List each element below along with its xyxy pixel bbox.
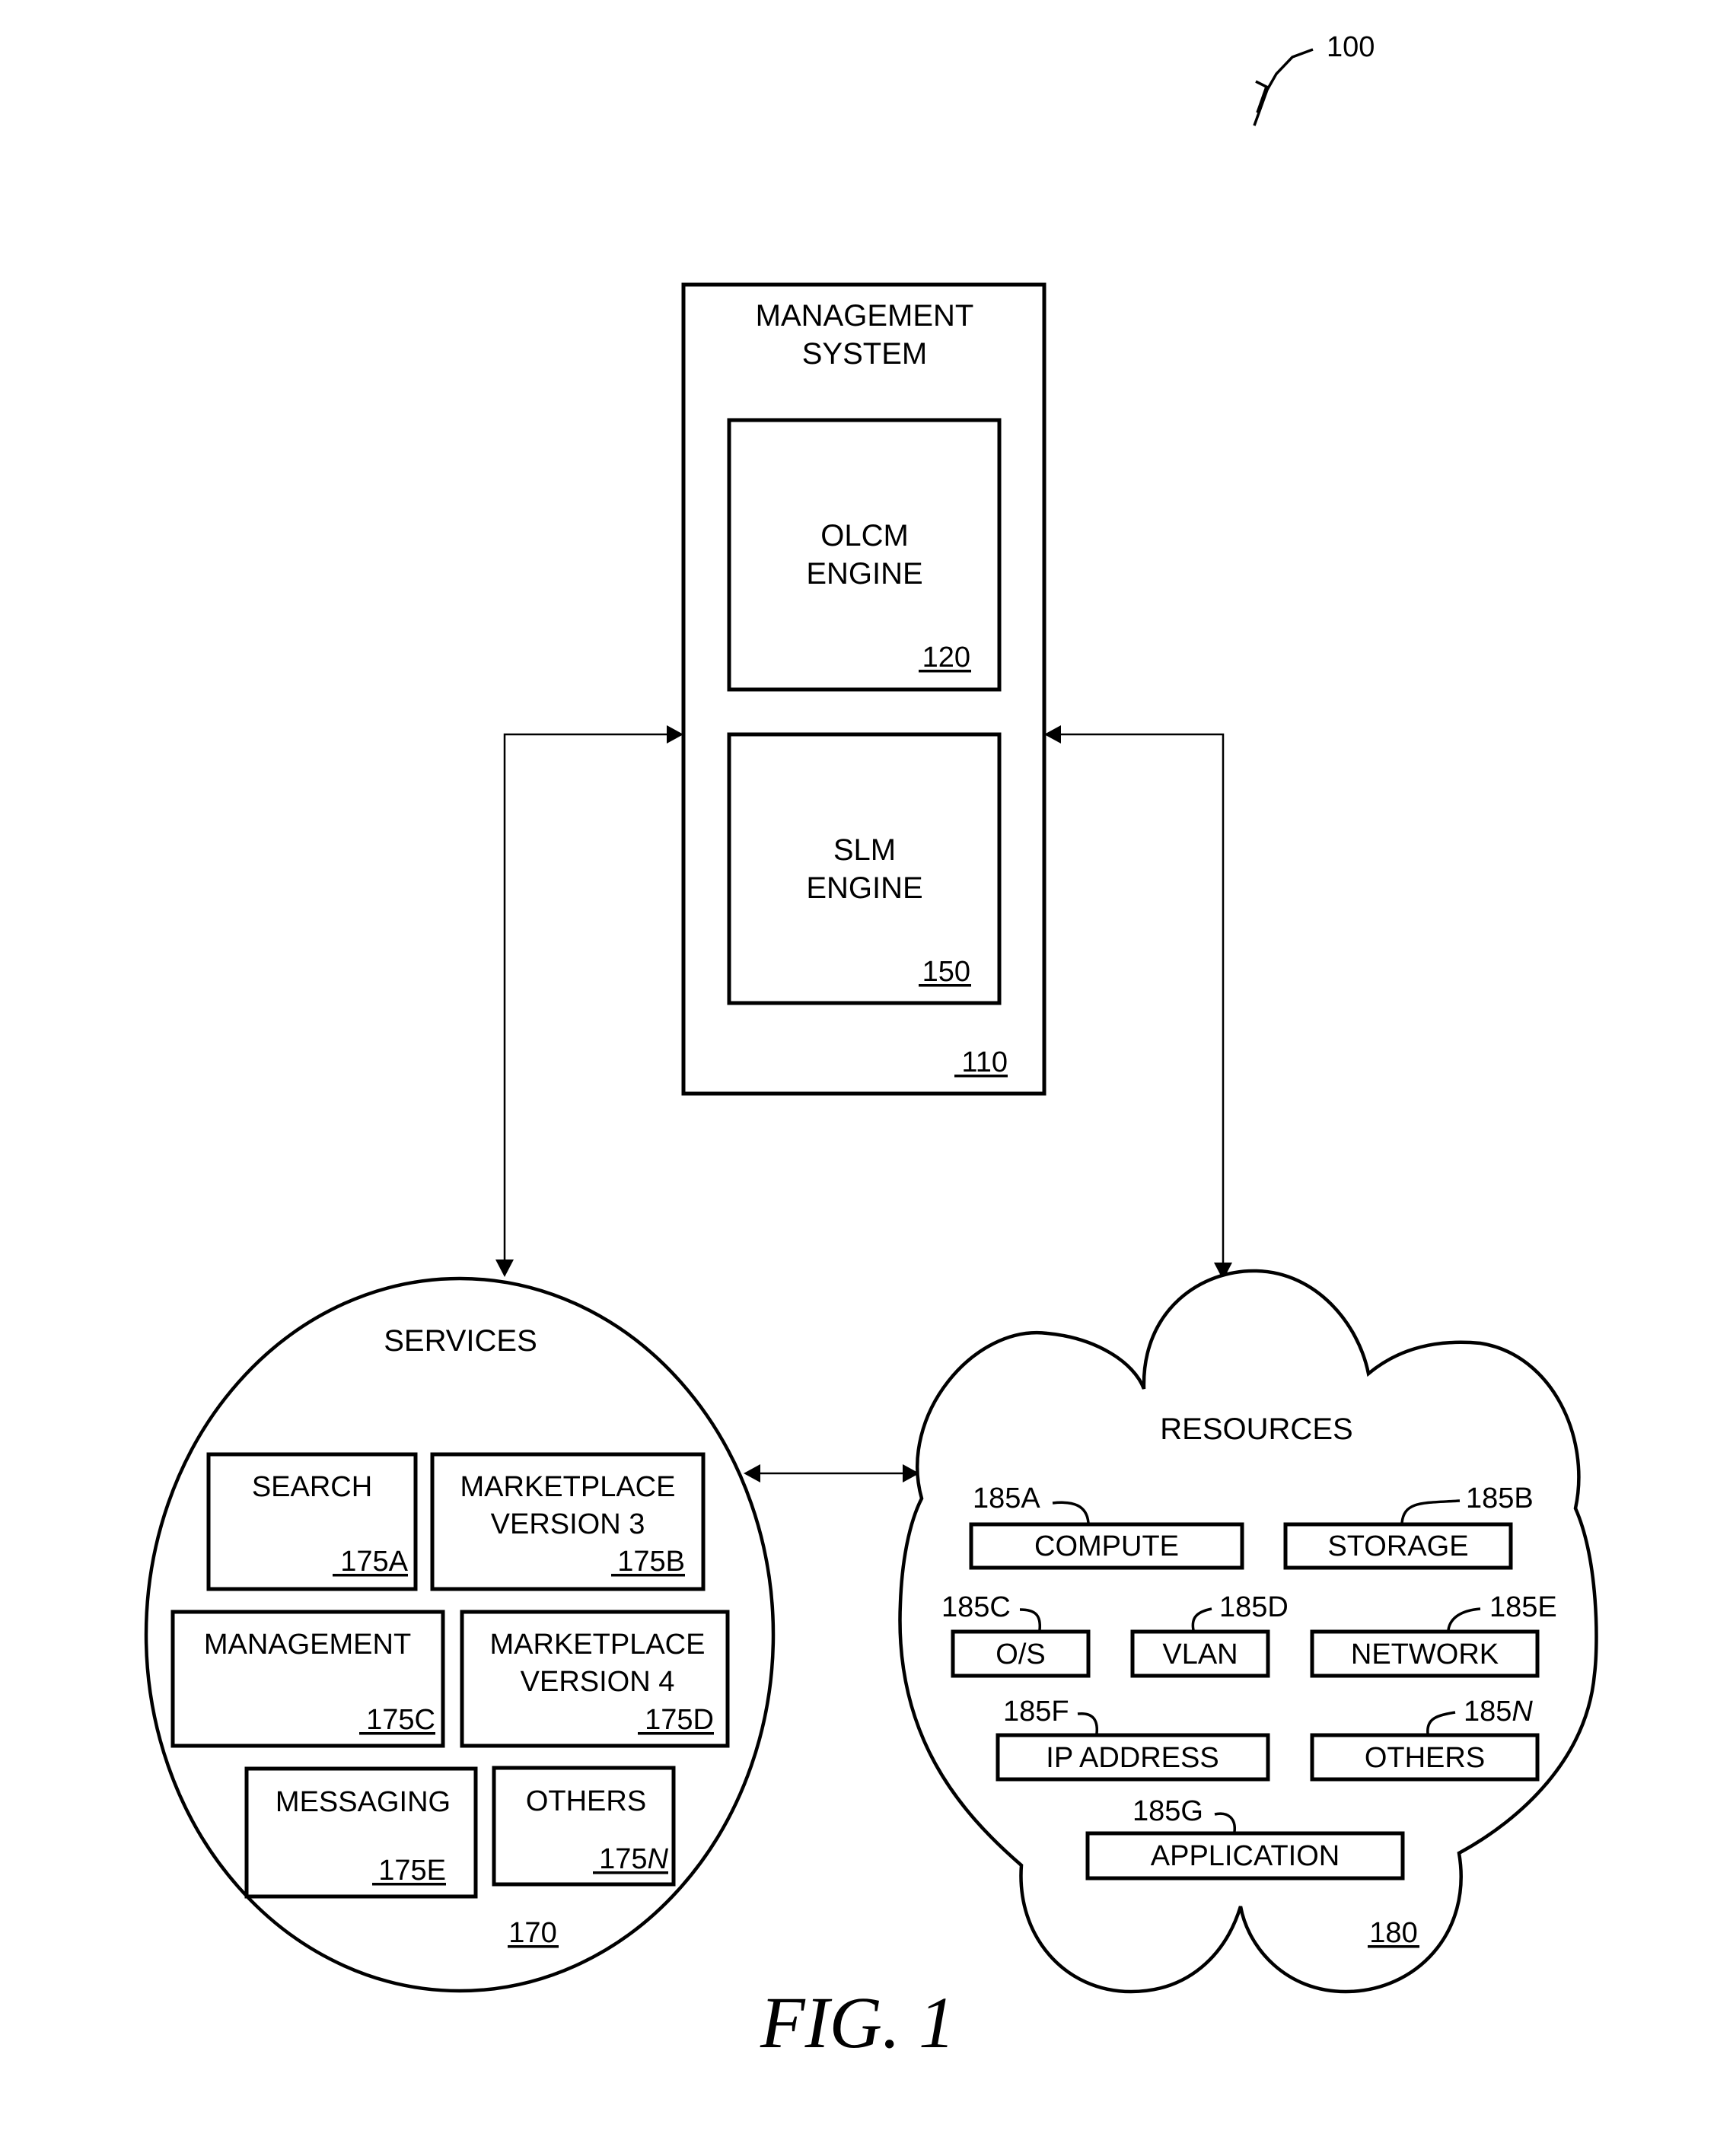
connector-management-services [495,725,683,1277]
resource-label: STORAGE [1327,1530,1468,1562]
service-ref: 175C [366,1704,435,1736]
arrowhead-down-icon [495,1260,514,1277]
management-system: MANAGEMENT SYSTEM OLCM ENGINE 120 SLM EN… [681,282,1046,1096]
service-label-line2: VERSION 4 [521,1666,675,1698]
olcm-engine-line1: OLCM [820,519,909,553]
resource-label: VLAN [1162,1638,1238,1670]
service-ref-underline [638,1732,714,1735]
service-label-line1: MARKETPLACE [490,1629,706,1661]
resource-ref: 185B [1466,1482,1534,1514]
management-system-ref: 110 [961,1046,1008,1078]
connector-services-resources [744,1464,919,1482]
service-label: MESSAGING [276,1786,451,1818]
management-system-title-line2: SYSTEM [802,337,927,371]
resource-ref: 185A [973,1482,1040,1514]
figure-leader-line [1253,48,1314,126]
service-label-line2: VERSION 3 [491,1508,645,1540]
service-messaging: MESSAGING 175E [244,1766,478,1899]
service-ref: 175D [645,1704,714,1736]
resource-label: OTHERS [1365,1742,1485,1774]
arrowhead-left-icon [1044,725,1061,744]
services-ref-underline [508,1945,559,1948]
olcm-engine: OLCM ENGINE 120 [727,418,1002,692]
service-ref-underline [359,1732,435,1735]
olcm-engine-ref: 120 [922,642,970,674]
connector-line [503,733,674,1263]
service-ref-suffix: N [648,1843,669,1875]
resources-ref: 180 [1369,1917,1417,1949]
resource-label: O/S [996,1638,1045,1670]
service-others: OTHERS 175N [492,1766,676,1887]
arrowhead-left-icon [744,1464,760,1482]
figure-caption: FIG. 1 [760,1982,955,2063]
slm-engine: SLM ENGINE 150 [727,732,1002,1005]
service-ref-number: 175 [599,1843,647,1875]
service-ref-underline [611,1574,685,1577]
service-ref-underline [593,1871,668,1874]
service-ref-underline [333,1574,408,1577]
resource-ref: 185G [1133,1795,1203,1827]
resource-ref: 185E [1489,1591,1557,1623]
connector-line [1054,733,1225,1266]
arrowhead-right-icon [667,725,683,744]
slm-engine-ref-underline [919,984,971,987]
resource-label: IP ADDRESS [1046,1742,1219,1774]
slm-engine-line1: SLM [833,833,896,867]
diagram-canvas: 100 MANAGEMENT SYSTEM OLCM ENGINE 120 SL… [144,31,1598,2063]
slm-engine-line2: ENGINE [806,871,922,905]
connector-management-resources [1044,725,1232,1280]
service-ref-underline [372,1883,446,1886]
resource-ref: 185F [1003,1696,1069,1728]
services-title: SERVICES [384,1324,537,1358]
resource-ref-number: 185 [1464,1696,1512,1728]
service-ref: 175A [340,1546,408,1578]
service-marketplace-v3: MARKETPLACE VERSION 3 175B [430,1452,706,1591]
resource-ref: 185C [941,1591,1011,1623]
olcm-engine-line2: ENGINE [806,557,922,591]
services: SERVICES SEARCH 175A MARKETPLACE VERSION… [144,1276,776,1993]
service-label: MANAGEMENT [204,1629,411,1661]
service-ref: 175E [378,1855,446,1887]
service-marketplace-v4: MARKETPLACE VERSION 4 175D [460,1610,730,1748]
services-ref: 170 [508,1917,556,1949]
slm-engine-ref: 150 [922,956,970,988]
service-ref: 175B [617,1546,685,1578]
management-system-title-line1: MANAGEMENT [756,299,974,333]
management-system-ref-underline [954,1075,1008,1078]
olcm-engine-ref-underline [919,670,971,673]
resource-ref-suffix: N [1512,1696,1533,1728]
service-management: MANAGEMENT 175C [170,1610,445,1748]
figure-ref-100: 100 [1253,31,1375,126]
service-search: SEARCH 175A [206,1452,418,1591]
resource-ref: 185N [1464,1696,1533,1728]
service-label-line1: MARKETPLACE [460,1471,676,1503]
service-label: SEARCH [252,1471,372,1503]
figure-ref-label: 100 [1327,31,1375,63]
resources-ref-underline [1368,1945,1419,1948]
resources: RESOURCES 185A COMPUTE 185B STORAGE 185C… [898,1269,1598,1994]
resource-label: NETWORK [1351,1638,1499,1670]
resource-label: COMPUTE [1034,1530,1179,1562]
resources-title: RESOURCES [1160,1412,1352,1446]
resource-ref: 185D [1219,1591,1289,1623]
service-ref: 175N [599,1843,668,1875]
service-label: OTHERS [526,1785,646,1817]
resource-label: APPLICATION [1151,1840,1340,1872]
